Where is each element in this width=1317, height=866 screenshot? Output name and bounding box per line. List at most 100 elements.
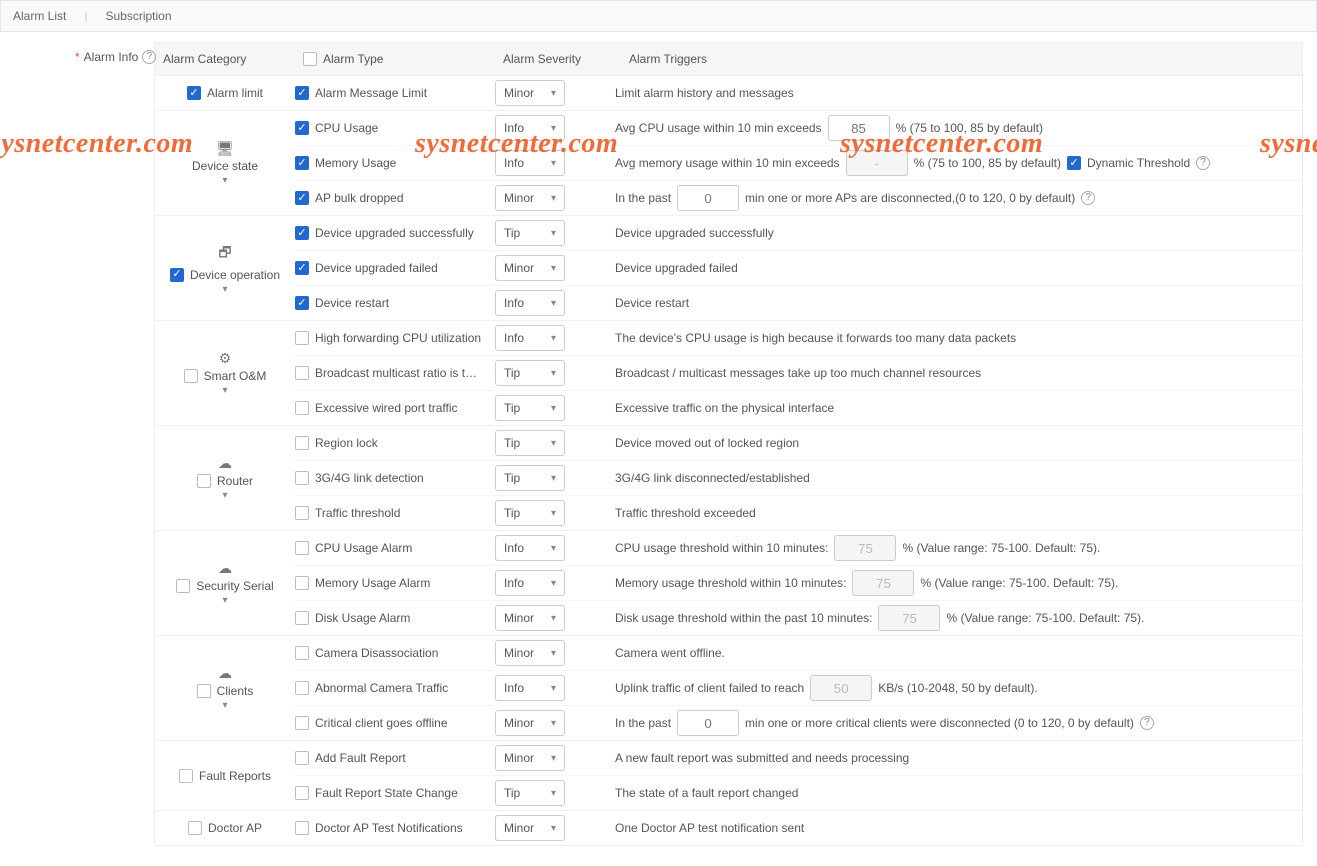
chevron-down-icon: ▾: [551, 88, 556, 99]
severity-select[interactable]: Info▾: [495, 570, 565, 596]
cat-label-clients: Clients: [217, 684, 254, 698]
type-checkbox[interactable]: [295, 331, 309, 345]
help-icon[interactable]: ?: [1196, 156, 1210, 170]
alarm-table: Alarm Category Alarm Type Alarm Severity…: [154, 42, 1303, 846]
type-checkbox[interactable]: [295, 506, 309, 520]
type-checkbox[interactable]: [295, 786, 309, 800]
chevron-down-icon: ▾: [551, 368, 556, 379]
severity-select[interactable]: Minor▾: [495, 80, 565, 106]
type-checkbox[interactable]: [295, 821, 309, 835]
type-checkbox[interactable]: [295, 156, 309, 170]
cat-checkbox-doctor-ap[interactable]: [188, 821, 202, 835]
type-checkbox[interactable]: [295, 366, 309, 380]
type-checkbox[interactable]: [295, 191, 309, 205]
type-checkbox[interactable]: [295, 86, 309, 100]
type-checkbox[interactable]: [295, 716, 309, 730]
type-label: Device upgraded successfully: [315, 226, 474, 240]
type-checkbox[interactable]: [295, 681, 309, 695]
row-high-forwarding-cpu: High forwarding CPU utilization Info▾ Th…: [295, 321, 1302, 355]
severity-select[interactable]: Info▾: [495, 535, 565, 561]
severity-select[interactable]: Tip▾: [495, 430, 565, 456]
header-type-checkbox[interactable]: [303, 52, 317, 66]
severity-select[interactable]: Minor▾: [495, 185, 565, 211]
type-checkbox[interactable]: [295, 611, 309, 625]
type-checkbox[interactable]: [295, 471, 309, 485]
cat-checkbox-fault-reports[interactable]: [179, 769, 193, 783]
severity-select[interactable]: Minor▾: [495, 815, 565, 841]
type-label: Broadcast multicast ratio is t…: [315, 366, 477, 380]
chevron-down-icon[interactable]: ▾: [222, 385, 227, 396]
severity-select[interactable]: Tip▾: [495, 395, 565, 421]
trigger-text: Disk usage threshold within the past 10 …: [615, 611, 872, 625]
chevron-down-icon[interactable]: ▾: [222, 175, 227, 186]
severity-select[interactable]: Minor▾: [495, 605, 565, 631]
side-label-alarm-info: * Alarm Info ?: [75, 50, 156, 64]
chevron-down-icon: ▾: [551, 613, 556, 624]
tab-alarm-list[interactable]: Alarm List: [13, 9, 66, 23]
severity-select[interactable]: Minor▾: [495, 745, 565, 771]
camera-traffic-input: [810, 675, 872, 701]
chevron-down-icon[interactable]: ▾: [222, 490, 227, 501]
type-checkbox[interactable]: [295, 646, 309, 660]
severity-select[interactable]: Tip▾: [495, 500, 565, 526]
trigger-text: Device upgraded successfully: [615, 226, 774, 240]
type-checkbox[interactable]: [295, 576, 309, 590]
type-checkbox[interactable]: [295, 401, 309, 415]
help-icon[interactable]: ?: [142, 50, 156, 64]
cat-label-security-serial: Security Serial: [196, 579, 273, 593]
type-checkbox[interactable]: [295, 436, 309, 450]
trigger-text: Traffic threshold exceeded: [615, 506, 756, 520]
tab-subscription[interactable]: Subscription: [105, 9, 171, 23]
chevron-down-icon[interactable]: ▾: [222, 595, 227, 606]
type-checkbox[interactable]: [295, 121, 309, 135]
severity-select[interactable]: Info▾: [495, 150, 565, 176]
cat-checkbox-device-operation[interactable]: [170, 268, 184, 282]
chevron-down-icon: ▾: [551, 193, 556, 204]
cat-checkbox-smart-om[interactable]: [184, 369, 198, 383]
trigger-text: Device restart: [615, 296, 689, 310]
severity-select[interactable]: Minor▾: [495, 255, 565, 281]
chevron-down-icon[interactable]: ▾: [222, 700, 227, 711]
type-checkbox[interactable]: [295, 296, 309, 310]
critical-client-input[interactable]: [677, 710, 739, 736]
row-ss-cpu-alarm: CPU Usage Alarm Info▾ CPU usage threshol…: [295, 531, 1302, 565]
ap-bulk-input[interactable]: [677, 185, 739, 211]
type-checkbox[interactable]: [295, 226, 309, 240]
severity-select[interactable]: Tip▾: [495, 780, 565, 806]
severity-select[interactable]: Minor▾: [495, 640, 565, 666]
dynamic-threshold-label: Dynamic Threshold: [1087, 156, 1190, 170]
severity-select[interactable]: Info▾: [495, 290, 565, 316]
header-triggers: Alarm Triggers: [629, 52, 707, 66]
type-checkbox[interactable]: [295, 261, 309, 275]
trigger-text: Limit alarm history and messages: [615, 86, 794, 100]
chevron-down-icon: ▾: [551, 788, 556, 799]
row-3g4g-link: 3G/4G link detection Tip▾ 3G/4G link dis…: [295, 460, 1302, 495]
cpu-threshold-input[interactable]: [828, 115, 890, 141]
top-tab-bar: Alarm List | Subscription: [0, 0, 1317, 32]
operation-icon: 🗗: [218, 242, 231, 266]
type-label: Fault Report State Change: [315, 786, 458, 800]
dynamic-threshold-checkbox[interactable]: [1067, 156, 1081, 170]
cat-checkbox-clients[interactable]: [197, 684, 211, 698]
severity-select[interactable]: Info▾: [495, 115, 565, 141]
help-icon[interactable]: ?: [1081, 191, 1095, 205]
cat-checkbox-router[interactable]: [197, 474, 211, 488]
row-add-fault-report: Add Fault Report Minor▾ A new fault repo…: [295, 741, 1302, 775]
cat-checkbox-alarm-limit[interactable]: [187, 86, 201, 100]
severity-select[interactable]: Minor▾: [495, 710, 565, 736]
severity-select[interactable]: Tip▾: [495, 220, 565, 246]
severity-select[interactable]: Tip▾: [495, 360, 565, 386]
row-device-upgraded-failed: Device upgraded failed Minor▾ Device upg…: [295, 250, 1302, 285]
cat-checkbox-security-serial[interactable]: [176, 579, 190, 593]
type-label: 3G/4G link detection: [315, 471, 424, 485]
type-checkbox[interactable]: [295, 541, 309, 555]
chevron-down-icon[interactable]: ▾: [222, 284, 227, 295]
type-checkbox[interactable]: [295, 751, 309, 765]
severity-select[interactable]: Tip▾: [495, 465, 565, 491]
severity-select[interactable]: Info▾: [495, 675, 565, 701]
trigger-text: Avg CPU usage within 10 min exceeds: [615, 121, 822, 135]
chevron-down-icon: ▾: [551, 648, 556, 659]
severity-select[interactable]: Info▾: [495, 325, 565, 351]
help-icon[interactable]: ?: [1140, 716, 1154, 730]
row-device-restart: Device restart Info▾ Device restart: [295, 285, 1302, 320]
